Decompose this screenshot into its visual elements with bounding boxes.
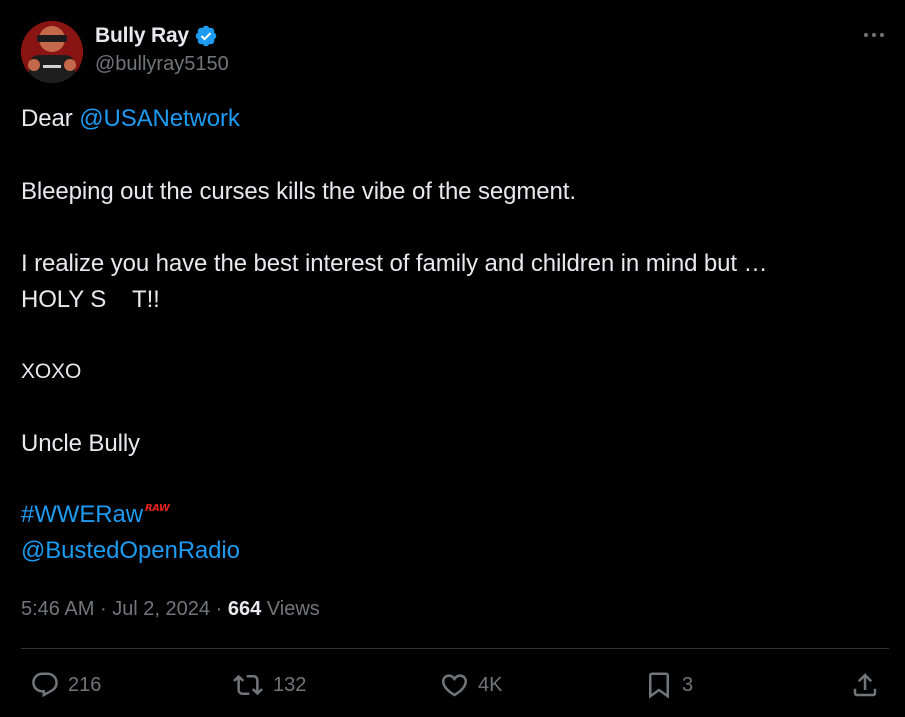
like-count: 4K bbox=[478, 673, 503, 696]
divider bbox=[21, 648, 889, 649]
repost-icon bbox=[233, 674, 263, 696]
reply-button[interactable]: 216 bbox=[30, 667, 101, 703]
hashtag-wweraw[interactable]: #WWERaw bbox=[21, 501, 143, 528]
author-handle[interactable]: @bullyray5150 bbox=[95, 53, 229, 76]
more-horizontal-icon[interactable] bbox=[859, 22, 889, 48]
tweet-line-3: HOLY S T!! bbox=[21, 286, 160, 313]
bookmark-icon bbox=[649, 672, 669, 699]
mention-usanetwork[interactable]: @USANetwork bbox=[79, 105, 240, 132]
tweet-line-4: XOXO bbox=[21, 360, 82, 383]
avatar-image bbox=[21, 21, 83, 83]
author-name-row[interactable]: Bully Ray bbox=[95, 23, 218, 49]
greeting-text: Dear bbox=[21, 105, 73, 132]
like-button[interactable]: 4K bbox=[439, 667, 502, 703]
tweet-line-greeting: Dear @USANetwork bbox=[21, 101, 881, 137]
repost-button[interactable]: 132 bbox=[231, 667, 306, 703]
verified-badge-icon bbox=[195, 25, 217, 47]
bookmark-count: 3 bbox=[682, 673, 694, 696]
tweet-meta: 5:46 AM · Jul 2, 2024 · 664 Views bbox=[21, 592, 320, 626]
tweet-line-5: Uncle Bully bbox=[21, 430, 140, 457]
meta-separator: · bbox=[99, 598, 107, 620]
avatar[interactable] bbox=[21, 21, 83, 83]
tweet-line-mention-2: @BustedOpenRadio bbox=[21, 533, 881, 569]
tweet-line-hashtag: #WWERaw RAW bbox=[21, 497, 881, 533]
share-upload-icon bbox=[853, 673, 877, 697]
reply-bubble-icon bbox=[32, 672, 58, 698]
author-display-name[interactable]: Bully Ray bbox=[95, 24, 189, 48]
bookmark-button[interactable]: 3 bbox=[644, 667, 693, 703]
views-label: Views bbox=[266, 598, 320, 620]
reply-count: 216 bbox=[68, 673, 102, 696]
share-button[interactable] bbox=[850, 667, 880, 703]
heart-icon bbox=[441, 674, 468, 697]
meta-separator-2: · bbox=[215, 598, 223, 620]
tweet-line-2: I realize you have the best interest of … bbox=[21, 250, 768, 277]
tweet-date[interactable]: Jul 2, 2024 bbox=[112, 598, 210, 620]
repost-count: 132 bbox=[273, 673, 307, 696]
tweet-time[interactable]: 5:46 AM bbox=[21, 598, 94, 620]
tweet-line-1: Bleeping out the curses kills the vibe o… bbox=[21, 178, 576, 205]
views-count[interactable]: 664 bbox=[228, 598, 261, 620]
tweet-card: Bully Ray @bullyray5150 Dear @USANetwork… bbox=[0, 0, 905, 717]
raw-hashflag-icon: RAW bbox=[144, 503, 170, 514]
mention-bustedopenradio[interactable]: @BustedOpenRadio bbox=[21, 537, 240, 564]
